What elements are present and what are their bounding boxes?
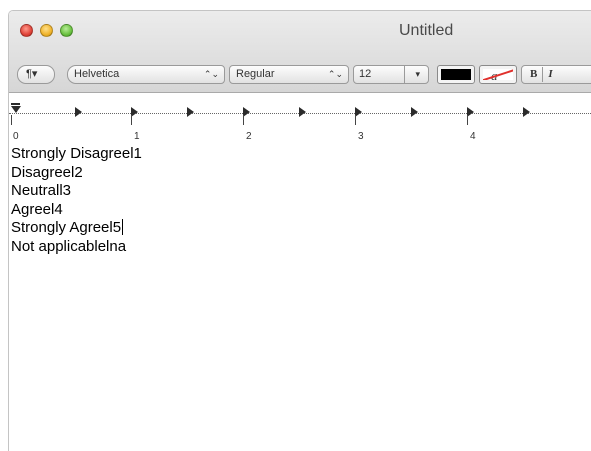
tab-stop-icon[interactable] <box>411 107 418 117</box>
document-line-with-caret: Strongly Agreel5 <box>11 219 581 238</box>
ruler-major-tick <box>467 115 468 125</box>
document-line: Neutrall3 <box>11 182 72 199</box>
ruler-label: 2 <box>246 131 252 142</box>
segment-divider <box>542 66 544 82</box>
document-line: Strongly Agreel5 <box>11 219 122 236</box>
popup-arrows-icon: ⌃⌄ <box>203 69 219 79</box>
tab-stop-icon[interactable] <box>243 107 250 117</box>
chevron-down-icon: ▾ <box>415 69 420 79</box>
font-style-value: Regular <box>236 68 275 80</box>
font-family-value: Helvetica <box>74 68 120 80</box>
ruler-major-tick <box>11 115 12 125</box>
paragraph-styles-popup[interactable]: ¶▾ <box>17 65 55 84</box>
tab-stop-icon[interactable] <box>187 107 194 117</box>
document-line: Agreel4 <box>11 200 63 218</box>
document-line: Disagreel2 <box>11 163 83 181</box>
text-format-segmented-control[interactable]: BI <box>521 65 591 84</box>
combo-divider <box>404 66 405 83</box>
ruler-label: 4 <box>470 131 476 142</box>
font-family-popup[interactable]: Helvetica ⌃⌄ <box>67 65 225 84</box>
tab-stop-icon[interactable] <box>355 107 362 117</box>
window-title: Untitled <box>399 22 454 39</box>
tab-stop-icon[interactable] <box>299 107 306 117</box>
ruler-label: 0 <box>13 131 19 142</box>
ruler-major-tick <box>131 115 132 125</box>
text-color-swatch <box>441 69 471 80</box>
tab-stop-icon[interactable] <box>467 107 474 117</box>
document-line: Not applicablelna <box>11 237 127 255</box>
ruler-major-tick <box>355 115 356 125</box>
background-color-well[interactable]: a <box>479 65 517 84</box>
minimize-button[interactable] <box>40 24 53 37</box>
font-size-value[interactable]: 12 <box>359 68 371 80</box>
close-button[interactable] <box>20 24 33 37</box>
tab-stop-icon[interactable] <box>131 107 138 117</box>
tab-stop-icon[interactable] <box>75 107 82 117</box>
document-line: Strongly Disagreel1 <box>11 145 142 162</box>
bold-button[interactable]: B <box>530 68 537 80</box>
zoom-button[interactable] <box>60 24 73 37</box>
no-color-slash <box>483 69 513 80</box>
popup-arrows-icon: ⌃⌄ <box>327 69 343 79</box>
font-style-popup[interactable]: Regular ⌃⌄ <box>229 65 349 84</box>
no-background-color-icon: a <box>483 69 513 80</box>
title-toolbar-area: Untitled ¶▾ Helvetica ⌃⌄ Regular ⌃⌄ 12 ▾… <box>9 11 591 93</box>
italic-button[interactable]: I <box>548 68 552 80</box>
ruler-major-tick <box>243 115 244 125</box>
text-color-well[interactable] <box>437 65 475 84</box>
tab-stop-icon[interactable] <box>523 107 530 117</box>
document-text-area[interactable]: Strongly Disagreel1 Disagreel2 Neutrall3… <box>11 145 581 435</box>
ruler-label: 3 <box>358 131 364 142</box>
text-caret <box>122 219 124 235</box>
pilcrow-icon: ¶▾ <box>26 68 38 80</box>
ruler-label: 1 <box>134 131 140 142</box>
font-size-combo[interactable]: 12 ▾ <box>353 65 429 84</box>
